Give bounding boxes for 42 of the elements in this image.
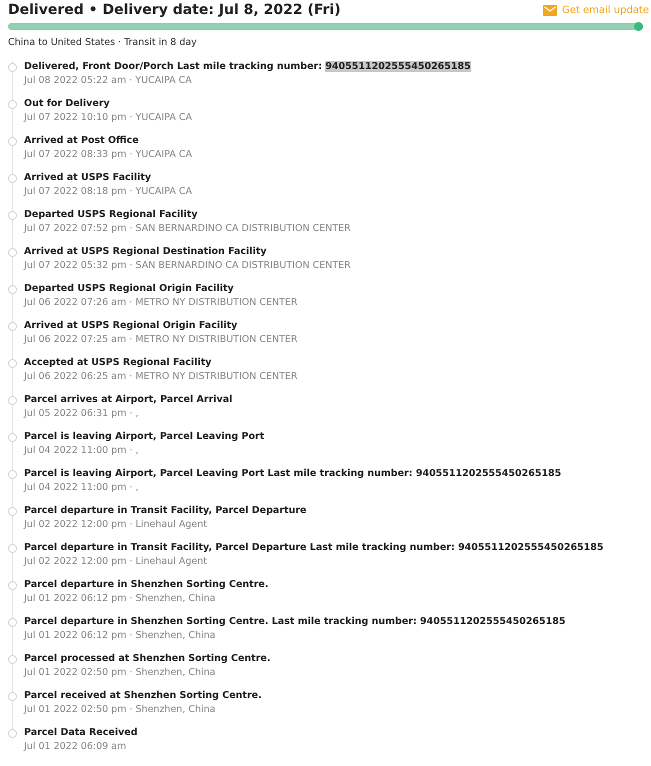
event-detail: Jul 08 2022 05:22 am · YUCAIPA CA (24, 75, 193, 88)
event-title: Arrived at USPS Regional Destination Facility (24, 246, 268, 258)
event-detail: Jul 04 2022 11:00 pm · , (24, 445, 140, 458)
event-title: Arrived at Post Office (24, 135, 140, 148)
event-title: Parcel departure in Transit Facility, Parcel Departure Last mile tracking number: 9405511202555450265185 (24, 542, 604, 554)
event-title: Parcel is leaving Airport, Parcel Leaving Port (24, 431, 264, 444)
event-detail: Jul 02 2022 12:00 pm · Linehaul Agent (24, 556, 208, 568)
event-detail: Jul 01 2022 02:50 pm · Shenzhen, China (24, 704, 216, 716)
event-detail: Jul 06 2022 07:26 am · METRO NY DISTRIBUTION CENTER (24, 297, 298, 310)
event-title: Parcel departure in Transit Facility, Parcel Departure (24, 505, 306, 518)
event-title: Parcel arrives at Airport, Parcel Arrival (24, 394, 232, 406)
event-title: Parcel processed at Shenzhen Sorting Centre. (24, 653, 270, 666)
mail-icon (543, 4, 557, 16)
event-detail: Jul 06 2022 06:25 am · METRO NY DISTRIBUTION CENTER (24, 371, 298, 384)
event-detail: Jul 02 2022 12:00 pm · Linehaul Agent (24, 519, 208, 532)
event-detail: Jul 05 2022 06:31 pm · , (24, 408, 140, 420)
event-title: Out for Delivery (24, 98, 111, 110)
email-update-link[interactable]: Get email update (543, 2, 649, 18)
event-title: Parcel departure in Shenzhen Sorting Centre. (24, 579, 268, 592)
route-summary: China to United States · Transit in 8 day (8, 36, 198, 50)
event-detail: Jul 06 2022 07:25 am · METRO NY DISTRIBUTION CENTER (24, 334, 298, 346)
event-detail: Jul 07 2022 08:33 pm · YUCAIPA CA (24, 149, 192, 162)
event-title: Parcel departure in Shenzhen Sorting Centre. Last mile tracking number: 9405511202555450265185 (24, 616, 566, 628)
event-detail: Jul 07 2022 10:10 pm · YUCAIPA CA (24, 112, 192, 124)
event-detail: Jul 04 2022 11:00 pm · , (24, 482, 140, 494)
event-title: Delivered, Front Door/Porch Last mile tracking number: 9405511202555450265185 (24, 61, 471, 74)
event-title: Parcel received at Shenzhen Sorting Centre. (24, 690, 262, 702)
event-title: Departed USPS Regional Facility (24, 209, 199, 222)
event-title: Accepted at USPS Regional Facility (24, 357, 212, 370)
event-title: Departed USPS Regional Origin Facility (24, 283, 235, 296)
event-detail: Jul 01 2022 06:12 pm · Shenzhen, China (24, 593, 216, 606)
event-detail: Jul 01 2022 06:12 pm · Shenzhen, China (24, 630, 216, 642)
event-detail: Jul 01 2022 02:50 pm · Shenzhen, China (24, 667, 216, 680)
event-title: Parcel Data Received (24, 727, 138, 740)
event-detail: Jul 07 2022 08:18 pm · YUCAIPA CA (24, 186, 192, 198)
event-title: Arrived at USPS Regional Origin Facility (24, 320, 238, 332)
page-title: Delivered • Delivery date: Jul 8, 2022 (Fri) (8, 3, 341, 17)
event-detail: Jul 07 2022 07:52 pm · SAN BERNARDINO CA DISTRIBUTION CENTER (24, 223, 351, 236)
event-title: Arrived at USPS Facility (24, 172, 152, 184)
event-title: Parcel is leaving Airport, Parcel Leaving Port Last mile tracking number: 9405511202555450265185 (24, 468, 562, 480)
event-detail: Jul 01 2022 06:09 am (24, 741, 128, 754)
event-detail: Jul 07 2022 05:32 pm · SAN BERNARDINO CA DISTRIBUTION CENTER (24, 260, 351, 272)
